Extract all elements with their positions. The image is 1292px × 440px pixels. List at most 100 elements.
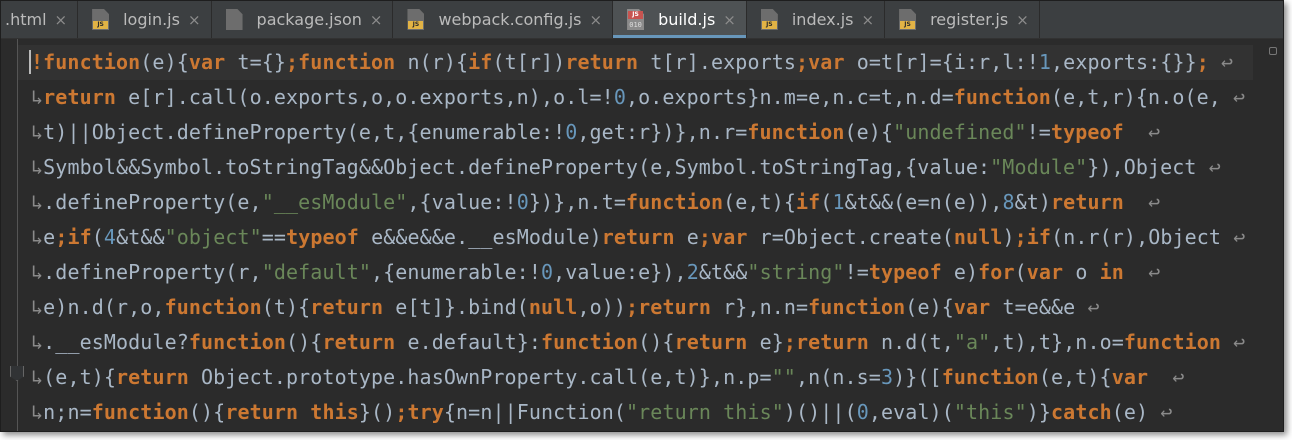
- code-token: ;return: [783, 330, 882, 354]
- code-token: "a": [953, 330, 991, 354]
- code-token: typeof: [286, 225, 372, 249]
- soft-wrap-end-icon: ↩: [1221, 225, 1246, 249]
- code-line: !function(e){var t={};function n(r){if(t…: [31, 45, 1253, 80]
- soft-wrap-start-icon: ↳: [31, 400, 44, 424]
- close-icon[interactable]: ×: [188, 11, 201, 29]
- tab-build-js[interactable]: JS 010 build.js ×: [613, 1, 747, 38]
- code-line: ↳.__esModule?function(){return e.default…: [31, 325, 1253, 360]
- code-token: ,get:r})},n.r=: [577, 120, 748, 144]
- code-token: function: [625, 190, 724, 214]
- code-token: 0: [613, 85, 626, 109]
- code-token: ,n(n.s=: [795, 365, 881, 389]
- soft-wrap-end-icon: ↩: [1208, 50, 1234, 74]
- code-token: e}: [759, 330, 784, 354]
- soft-wrap-start-icon: ↳: [31, 190, 44, 214]
- code-token: t=e&&e: [1002, 295, 1076, 319]
- binary-js-file-icon: JS 010: [627, 9, 645, 30]
- tab-webpack-config-js[interactable]: JS webpack.config.js ×: [393, 1, 614, 38]
- code-token: "Module": [990, 155, 1088, 179]
- code-token: return: [322, 330, 408, 354]
- tab-index-js[interactable]: JS index.js ×: [747, 1, 886, 38]
- code-token: (: [91, 225, 104, 249]
- tab-package-json[interactable]: package.json ×: [212, 1, 394, 38]
- code-token: var: [953, 295, 1003, 319]
- soft-wrap-end-icon: ↩: [1148, 400, 1173, 424]
- code-token: ==: [261, 225, 287, 249]
- soft-wrap-end-icon: ↩: [1196, 155, 1221, 179]
- code-token: 0: [856, 400, 869, 424]
- code-token: (t){: [261, 295, 311, 319]
- close-icon[interactable]: ×: [370, 11, 383, 29]
- code-token: if: [468, 50, 493, 74]
- code-token: typeof: [868, 260, 954, 284]
- soft-wrap-start-icon: ↳: [31, 330, 44, 354]
- code-token: return: [674, 330, 760, 354]
- code-token: &t): [1014, 190, 1052, 214]
- tab-login-js[interactable]: JS login.js ×: [78, 1, 212, 38]
- code-editor[interactable]: !function(e){var t={};function n(r){if(t…: [1, 39, 1283, 431]
- json-file-icon: [225, 9, 243, 30]
- code-token: 0: [540, 260, 554, 284]
- code-token: catch: [1051, 400, 1112, 424]
- js-badge: JS: [900, 21, 916, 29]
- code-token: function: [953, 85, 1051, 109]
- code-line: ↳e)n.d(r,o,function(t){return e[t]}.bind…: [31, 290, 1253, 325]
- soft-wrap-end-icon: ↩: [1160, 365, 1185, 389]
- code-token: !: [601, 85, 614, 109]
- code-token: ,o)): [577, 295, 627, 319]
- js-file-icon: JS: [899, 9, 917, 30]
- code-token: )}([: [893, 365, 942, 389]
- code-line: ↳e;if(4&t&&"object"==typeof e&&e&&e.__es…: [31, 220, 1253, 255]
- tab-label: webpack.config.js: [438, 10, 582, 29]
- code-token: (){: [638, 330, 675, 354]
- fold-icon[interactable]: [10, 366, 24, 381]
- close-icon[interactable]: ×: [55, 11, 68, 29]
- code-token: 0: [565, 120, 578, 144]
- tab-label: .html: [5, 10, 47, 29]
- code-token: e[r].call(o.exports,o,o.exports,n),o.l=: [128, 85, 602, 109]
- code-token: !=: [844, 260, 869, 284]
- soft-wrap-start-icon: ↳: [31, 155, 44, 179]
- code-token: "string": [747, 260, 845, 284]
- code-token: }),Object: [1087, 155, 1197, 179]
- code-token: e&&e&&e.__esModule): [371, 225, 602, 249]
- code-token: "": [771, 365, 796, 389]
- code-token: }(): [358, 400, 396, 424]
- code-token: (e,t,r){n.o(e,: [1050, 85, 1221, 109]
- code-token: ;function: [286, 50, 408, 74]
- code-lines: !function(e){var t={};function n(r){if(t…: [31, 45, 1253, 430]
- code-token: ,eval)(: [868, 400, 954, 424]
- code-token: return: [601, 225, 687, 249]
- code-token: &t&&: [116, 225, 165, 249]
- js-badge: JS: [628, 11, 644, 19]
- close-icon[interactable]: ×: [862, 11, 875, 29]
- soft-wrap-end-icon: ↩: [1136, 260, 1161, 284]
- code-token: {n=n||Function(: [443, 400, 627, 424]
- code-token: function: [1123, 330, 1222, 354]
- code-token: Object.prototype.hasOwnProperty.call(e,t…: [201, 365, 772, 389]
- code-token: return: [310, 295, 396, 319]
- code-token: function: [941, 365, 1039, 389]
- code-token: (){: [286, 330, 323, 354]
- code-token: ): [1002, 225, 1015, 249]
- close-icon[interactable]: ×: [1016, 11, 1029, 29]
- code-line: ↳.defineProperty(e,"__esModule",{value:!…: [31, 185, 1253, 220]
- code-token: for: [978, 260, 1015, 284]
- code-token: var: [1111, 365, 1161, 389]
- code-token: )()||(: [783, 400, 857, 424]
- code-token: )}: [1026, 400, 1052, 424]
- code-token: ,value:e}),: [553, 260, 687, 284]
- code-token: ,exports:{}}: [1051, 50, 1197, 74]
- close-icon[interactable]: ×: [723, 11, 736, 29]
- code-line: ↳n;n=function(){return this}();try{n=n||…: [31, 395, 1253, 430]
- close-icon[interactable]: ×: [589, 11, 602, 29]
- code-token: "this": [953, 400, 1027, 424]
- tab-html[interactable]: .html ×: [1, 1, 79, 38]
- code-token: 1: [1038, 50, 1052, 74]
- tab-label: package.json: [256, 10, 362, 29]
- code-token: "object": [164, 225, 262, 249]
- code-token: e: [43, 225, 56, 249]
- tab-label: register.js: [930, 10, 1009, 29]
- tab-register-js[interactable]: JS register.js ×: [885, 1, 1040, 38]
- scroll-marker-icon[interactable]: [1269, 47, 1277, 55]
